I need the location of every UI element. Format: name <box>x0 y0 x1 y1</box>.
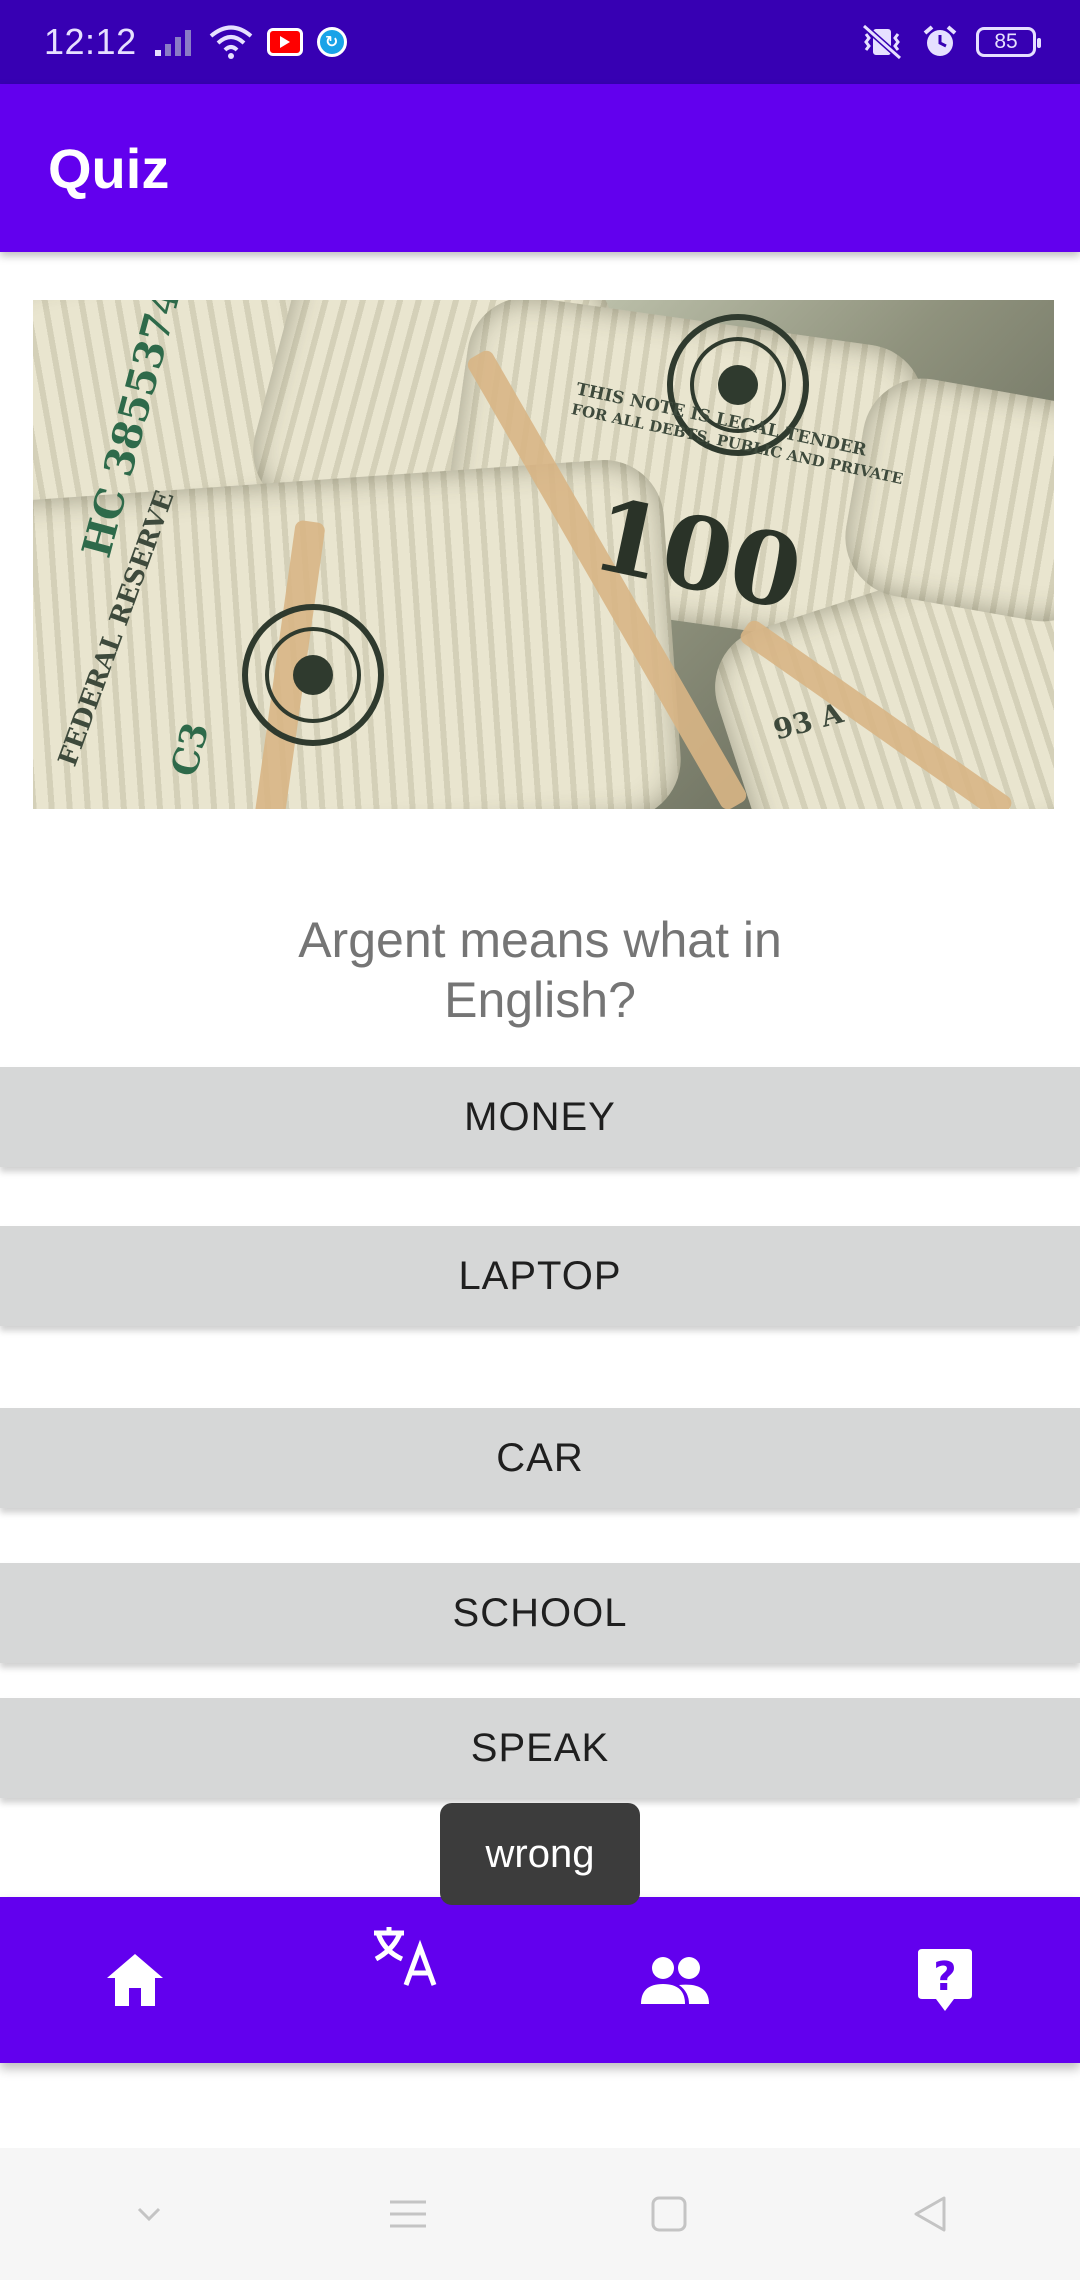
battery-indicator: 85 <box>976 27 1041 57</box>
alarm-icon <box>923 25 957 56</box>
status-left-icons: ↻ <box>153 25 347 59</box>
chevron-down-icon[interactable] <box>129 2199 169 2229</box>
status-right-icons: 85 <box>860 24 1041 60</box>
home-icon <box>107 1954 163 2006</box>
people-icon <box>641 1957 709 2004</box>
nav-quiz[interactable]: ? <box>810 1897 1080 2063</box>
seal-icon <box>242 604 384 746</box>
option-button-speak[interactable]: SPEAK <box>0 1698 1080 1798</box>
nav-home[interactable] <box>0 1897 270 2063</box>
toast-message: wrong <box>440 1803 640 1905</box>
translate-icon <box>374 1927 437 1986</box>
menu-icon[interactable] <box>386 2194 430 2234</box>
sync-app-icon: ↻ <box>316 27 347 57</box>
back-icon[interactable] <box>908 2192 952 2236</box>
bottom-navigation: ? <box>0 1897 1080 2063</box>
option-button-money[interactable]: MONEY <box>0 1067 1080 1167</box>
status-time: 12:12 <box>44 21 137 62</box>
signal-icon <box>154 30 191 56</box>
option-button-school[interactable]: SCHOOL <box>0 1563 1080 1663</box>
option-button-car[interactable]: CAR <box>0 1408 1080 1508</box>
question-text: Argent means what in English? <box>298 912 782 1028</box>
nav-people[interactable] <box>540 1897 810 2063</box>
wifi-icon <box>209 25 252 59</box>
app-title: Quiz <box>48 136 170 200</box>
app-bar: Quiz <box>0 84 1080 252</box>
nav-translate[interactable] <box>270 1897 540 2063</box>
system-navigation-bar <box>0 2148 1080 2280</box>
status-bar: 12:12 ↻ 85 <box>0 0 1080 84</box>
option-button-laptop[interactable]: LAPTOP <box>0 1226 1080 1326</box>
youtube-notification-icon <box>266 28 303 56</box>
home-square-icon[interactable] <box>647 2192 691 2236</box>
svg-text:?: ? <box>933 1954 956 2000</box>
quiz-image-money: THIS NOTE IS LEGAL TENDER FOR ALL DEBTS,… <box>33 300 1054 809</box>
quiz-icon: ? <box>918 1949 972 2011</box>
vibrate-mute-icon <box>862 24 902 60</box>
